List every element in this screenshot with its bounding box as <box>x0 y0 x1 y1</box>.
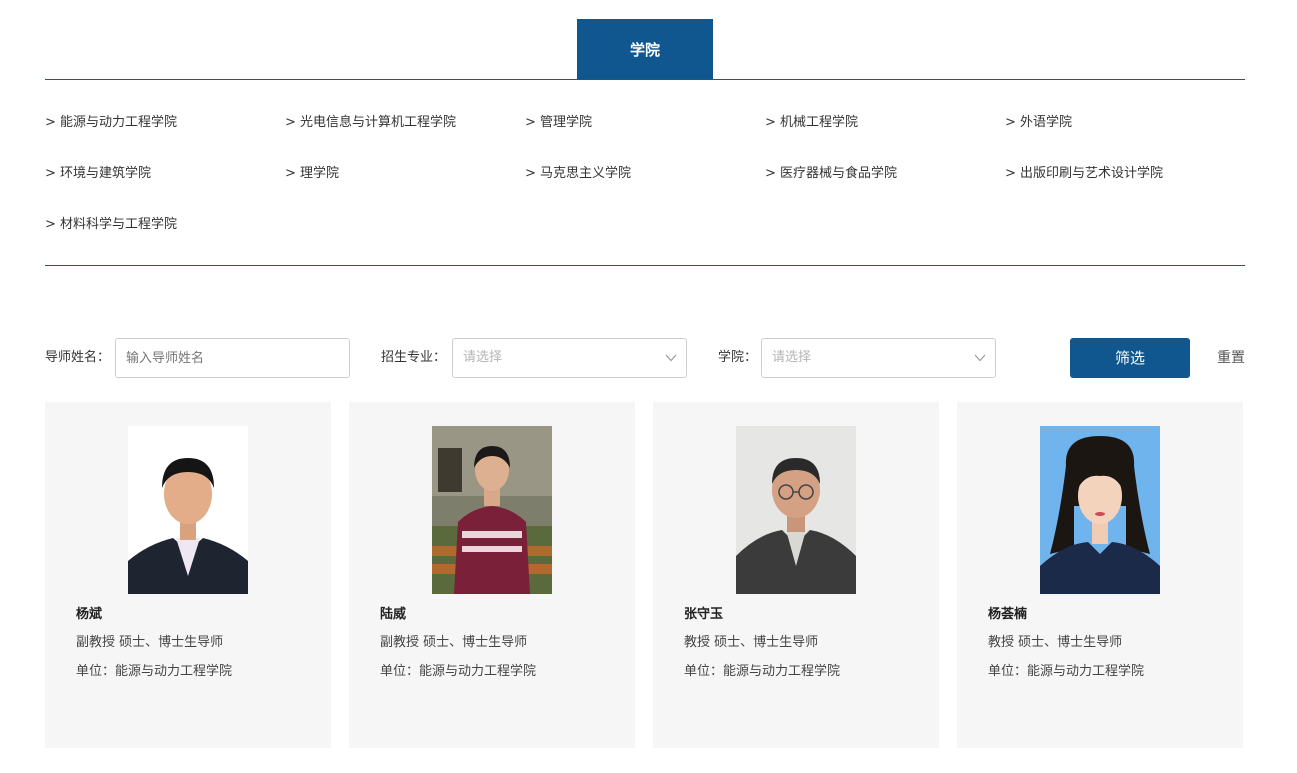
college-link[interactable]: > 机械工程学院 <box>765 97 1005 148</box>
chevron-down-icon <box>974 354 986 362</box>
advisor-name: 杨斌 <box>76 607 103 622</box>
advisor-name: 张守玉 <box>684 607 724 622</box>
major-select[interactable]: 请选择 <box>452 338 687 378</box>
advisor-photo <box>128 426 248 594</box>
college-link[interactable]: > 管理学院 <box>525 97 765 148</box>
advisor-list: 杨斌 副教授 硕士、博士生导师 单位：能源与动力工程学院 陆威 副教授 硕士、博… <box>45 402 1245 748</box>
chevron-down-icon <box>665 354 677 362</box>
advisor-card[interactable]: 杨斌 副教授 硕士、博士生导师 单位：能源与动力工程学院 <box>45 402 331 748</box>
advisor-name-label: 导师姓名： <box>45 350 111 365</box>
major-label: 招生专业： <box>381 350 447 365</box>
advisor-photo <box>1040 426 1160 594</box>
college-link[interactable]: > 医疗器械与食品学院 <box>765 148 1005 199</box>
advisor-unit: 单位：能源与动力工程学院 <box>380 664 537 679</box>
advisor-title: 教授 硕士、博士生导师 <box>684 635 819 650</box>
college-link[interactable]: > 出版印刷与艺术设计学院 <box>1005 148 1245 199</box>
reset-button[interactable]: 重置 <box>1217 338 1245 378</box>
advisor-title: 副教授 硕士、博士生导师 <box>380 635 528 650</box>
advisor-unit: 单位：能源与动力工程学院 <box>988 664 1145 679</box>
advisor-photo <box>432 426 552 594</box>
advisor-unit: 单位：能源与动力工程学院 <box>684 664 841 679</box>
advisor-unit: 单位：能源与动力工程学院 <box>76 664 233 679</box>
advisor-name: 杨荟楠 <box>988 607 1028 622</box>
advisor-name: 陆威 <box>380 607 407 622</box>
college-link[interactable]: > 能源与动力工程学院 <box>45 97 285 148</box>
college-link[interactable]: > 理学院 <box>285 148 525 199</box>
college-link[interactable]: > 材料科学与工程学院 <box>45 199 285 250</box>
college-select[interactable]: 请选择 <box>761 338 996 378</box>
advisor-title: 副教授 硕士、博士生导师 <box>76 635 224 650</box>
advisor-card[interactable]: 陆威 副教授 硕士、博士生导师 单位：能源与动力工程学院 <box>349 402 635 748</box>
college-link[interactable]: > 光电信息与计算机工程学院 <box>285 97 525 148</box>
college-filter-label: 学院： <box>718 350 758 365</box>
advisor-card[interactable]: 杨荟楠 教授 硕士、博士生导师 单位：能源与动力工程学院 <box>957 402 1243 748</box>
advisor-name-input[interactable] <box>115 338 350 378</box>
advisor-photo <box>736 426 856 594</box>
college-link[interactable]: > 环境与建筑学院 <box>45 148 285 199</box>
college-link[interactable]: > 外语学院 <box>1005 97 1245 148</box>
college-select-placeholder: 请选择 <box>772 350 812 365</box>
major-select-placeholder: 请选择 <box>463 350 503 365</box>
college-link[interactable]: > 马克思主义学院 <box>525 148 765 199</box>
advisor-card[interactable]: 张守玉 教授 硕士、博士生导师 单位：能源与动力工程学院 <box>653 402 939 748</box>
college-list: > 能源与动力工程学院 > 光电信息与计算机工程学院 > 管理学院 > 机械工程… <box>45 97 1245 250</box>
section-divider <box>45 265 1245 266</box>
tab-bar: 学院 <box>45 19 1245 80</box>
filter-button[interactable]: 筛选 <box>1070 338 1190 378</box>
advisor-title: 教授 硕士、博士生导师 <box>988 635 1123 650</box>
tab-college[interactable]: 学院 <box>577 19 713 79</box>
filter-bar: 导师姓名： 招生专业： 请选择 学院： 请选择 筛选 重置 <box>45 338 1245 378</box>
